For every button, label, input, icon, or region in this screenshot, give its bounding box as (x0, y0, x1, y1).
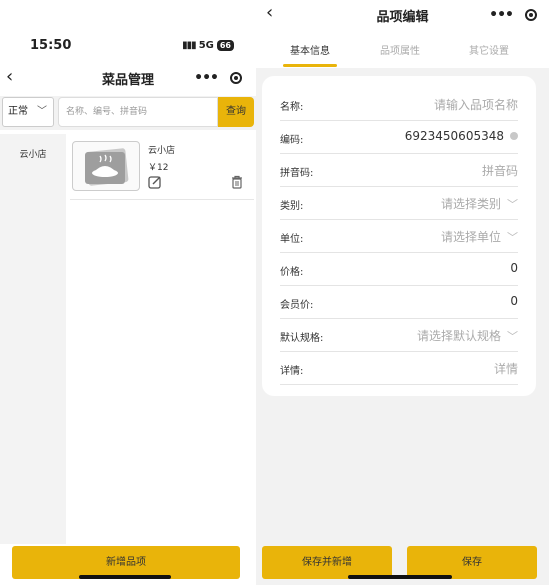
field-label: 单位: (280, 234, 304, 245)
more-icon[interactable]: ••• (194, 70, 219, 86)
dish-placeholder-image (72, 141, 140, 191)
tab-other-settings[interactable]: 其它设置 (454, 42, 524, 57)
code-value: 6923450605348 (404, 129, 504, 143)
tab-label: 其它设置 (469, 46, 509, 57)
tab-bar: 基本信息 品项属性 其它设置 (256, 42, 549, 67)
capsule-menu: ••• (489, 7, 537, 23)
status-bar: 15:50 ▮▮▮ 5G 66 (0, 38, 256, 58)
chevron-down-icon: ﹀ (37, 106, 47, 117)
field-label: 默认规格: (280, 333, 324, 344)
category-placeholder: 请选择类别 (440, 197, 501, 211)
pinyin-field[interactable]: 拼音码: 拼音码 (280, 154, 518, 187)
form-card: 名称: 请输入品项名称 编码: 6923450605348 拼音码: 拼音码 类… (262, 76, 536, 396)
category-item[interactable]: 云小店 (0, 134, 66, 160)
filter-bar: 正常 ﹀ 名称、编号、拼音码 查询 (0, 96, 256, 130)
field-label: 价格: (280, 267, 304, 278)
item-edit-screen: ‹ 品项编辑 ••• 基本信息 品项属性 其它设置 名称: 请输入品项名称 编码… (256, 0, 549, 585)
more-icon[interactable]: ••• (489, 7, 514, 23)
dish-price: ￥12 (148, 163, 169, 173)
member-price-field[interactable]: 会员价: 0 (280, 286, 518, 319)
query-button[interactable]: 查询 (218, 97, 254, 127)
field-label: 类别: (280, 201, 304, 212)
name-field[interactable]: 名称: 请输入品项名称 (280, 88, 518, 121)
close-miniprogram-icon[interactable] (230, 72, 242, 84)
category-sidebar: 云小店 (0, 134, 66, 544)
unit-select[interactable]: 请选择单位 ﹀ (441, 228, 518, 245)
edit-icon[interactable] (148, 175, 162, 189)
header: ‹ 品项编辑 ••• 基本信息 品项属性 其它设置 (256, 0, 549, 68)
detail-input[interactable]: 详情 (494, 360, 518, 377)
status-select-value: 正常 (8, 106, 28, 117)
field-label: 编码: (280, 135, 304, 146)
category-field[interactable]: 类别: 请选择类别 ﹀ (280, 187, 518, 220)
default-spec-field[interactable]: 默认规格: 请选择默认规格 ﹀ (280, 319, 518, 352)
detail-field[interactable]: 详情: 详情 (280, 352, 518, 385)
name-input[interactable]: 请输入品项名称 (434, 96, 518, 113)
dish-management-screen: 15:50 ▮▮▮ 5G 66 ‹ 菜品管理 ••• 正常 ﹀ 名称、编号、拼音… (0, 0, 256, 585)
tab-label: 基本信息 (290, 46, 330, 57)
status-select[interactable]: 正常 ﹀ (2, 97, 54, 127)
search-input[interactable]: 名称、编号、拼音码 (58, 97, 218, 127)
chevron-down-icon: ﹀ (507, 329, 518, 343)
code-input[interactable]: 6923450605348 (405, 129, 518, 143)
default-spec-select[interactable]: 请选择默认规格 ﹀ (417, 327, 518, 344)
field-label: 会员价: (280, 300, 314, 311)
chevron-down-icon: ﹀ (507, 197, 518, 211)
tab-item-attributes[interactable]: 品项属性 (365, 42, 435, 57)
active-tab-indicator (283, 64, 337, 67)
tab-basic-info[interactable]: 基本信息 (275, 42, 345, 67)
member-price-input[interactable]: 0 (510, 294, 518, 308)
capsule-menu: ••• (194, 70, 242, 86)
chevron-down-icon: ﹀ (507, 230, 518, 244)
status-indicators: ▮▮▮ 5G 66 (182, 40, 234, 51)
nav-bar: ‹ 菜品管理 ••• (0, 66, 256, 90)
dish-list-item[interactable]: 云小店 ￥12 (70, 138, 254, 200)
battery-icon: 66 (216, 40, 234, 51)
dish-name: 云小店 (148, 146, 176, 156)
code-field[interactable]: 编码: 6923450605348 (280, 121, 518, 154)
field-label: 名称: (280, 102, 304, 113)
status-time: 15:50 (30, 38, 72, 53)
unit-field[interactable]: 单位: 请选择单位 ﹀ (280, 220, 518, 253)
app-root: 15:50 ▮▮▮ 5G 66 ‹ 菜品管理 ••• 正常 ﹀ 名称、编号、拼音… (0, 0, 549, 585)
signal-icon: ▮▮▮ (182, 40, 196, 51)
home-indicator (348, 575, 452, 579)
home-indicator (79, 575, 171, 579)
network-label: 5G (198, 40, 214, 51)
price-input[interactable]: 0 (510, 261, 518, 275)
trash-icon[interactable] (230, 175, 244, 189)
pinyin-input[interactable]: 拼音码 (482, 162, 518, 179)
field-label: 拼音码: (280, 168, 314, 179)
price-field[interactable]: 价格: 0 (280, 253, 518, 286)
close-miniprogram-icon[interactable] (525, 9, 537, 21)
field-label: 详情: (280, 366, 304, 377)
tab-label: 品项属性 (380, 46, 420, 57)
unit-placeholder: 请选择单位 (440, 230, 501, 244)
spec-placeholder: 请选择默认规格 (416, 329, 501, 343)
category-select[interactable]: 请选择类别 ﹀ (441, 195, 518, 212)
clear-icon[interactable] (510, 132, 518, 140)
